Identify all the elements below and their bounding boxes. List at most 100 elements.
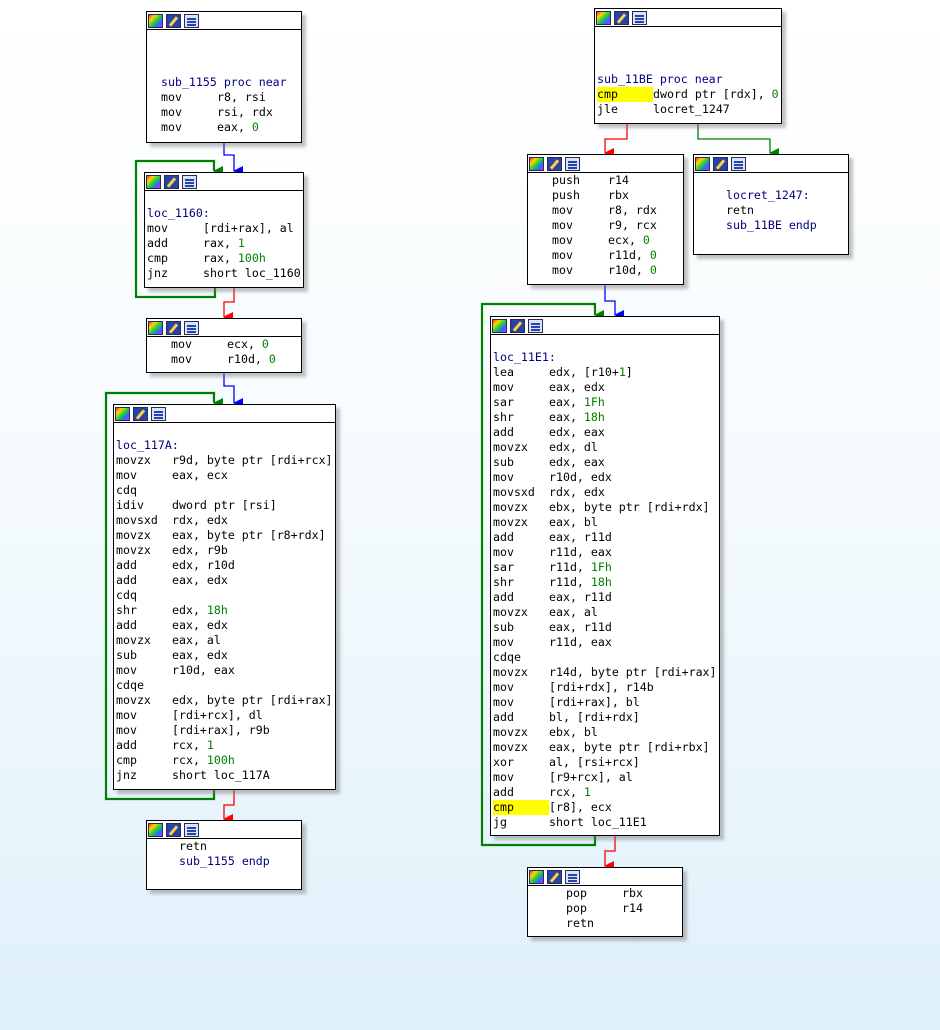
operands[interactable]: r11d, <box>608 248 650 263</box>
node-loc-117a[interactable]: loc_117A: movzx r9d, byte ptr [rdi+rcx] mov… <box>113 404 336 790</box>
code-line[interactable]: movzx eax, al <box>116 633 335 648</box>
mnemonic[interactable]: movzx <box>493 440 549 455</box>
immediate-value[interactable]: 1Fh <box>584 395 605 410</box>
code-label[interactable]: loc_117A: <box>116 438 179 453</box>
operands[interactable]: r11d, <box>549 575 591 590</box>
mnemonic[interactable]: movzx <box>116 528 172 543</box>
code-line[interactable]: jg short loc_11E1 <box>493 815 719 830</box>
immediate-value[interactable]: 0 <box>252 120 259 135</box>
operands[interactable]: eax, <box>549 395 584 410</box>
code-label[interactable]: loc_11E1: <box>493 350 556 365</box>
code-line[interactable]: mov r11d, eax <box>493 635 719 650</box>
mnemonic[interactable]: mov <box>552 248 608 263</box>
mnemonic[interactable]: mov <box>493 680 549 695</box>
mnemonic[interactable]: mov <box>161 90 217 105</box>
mnemonic[interactable]: idiv <box>116 498 172 513</box>
mnemonic[interactable]: retn <box>179 839 235 854</box>
code-line[interactable]: add eax, r11d <box>493 590 719 605</box>
code-line[interactable]: cdqe <box>493 650 719 665</box>
operands[interactable]: rcx, <box>172 738 207 753</box>
mnemonic[interactable]: mov <box>493 545 549 560</box>
graph-icon[interactable] <box>731 156 746 171</box>
operands[interactable]: al, [rsi+rcx] <box>549 755 640 770</box>
mnemonic[interactable]: retn <box>566 916 622 931</box>
operands[interactable]: eax, byte ptr [rdi+rbx] <box>549 740 710 755</box>
mnemonic[interactable]: movsxd <box>493 485 549 500</box>
mnemonic[interactable]: push <box>552 188 608 203</box>
color-palette-icon[interactable] <box>596 10 611 25</box>
immediate-value[interactable]: 1Fh <box>591 560 612 575</box>
mnemonic[interactable]: mov <box>171 352 227 367</box>
immediate-value[interactable]: 0 <box>772 87 779 102</box>
node-loc-11e1[interactable]: loc_11E1: lea edx, [r10+ 1] mov eax, edx sar ea… <box>490 316 720 836</box>
graph-icon[interactable] <box>184 13 199 28</box>
mnemonic[interactable]: add <box>116 558 172 573</box>
mnemonic[interactable]: cdq <box>116 588 172 603</box>
code-label[interactable]: loc_1160: <box>147 206 210 221</box>
code-line[interactable]: mov [r9+rcx], al <box>493 770 719 785</box>
operands[interactable]: eax, al <box>549 605 598 620</box>
code-line[interactable]: loc_11E1: <box>493 350 719 365</box>
mnemonic[interactable]: mov <box>147 221 203 236</box>
mnemonic[interactable]: cdqe <box>116 678 172 693</box>
operands[interactable]: r14 <box>622 901 643 916</box>
code-line[interactable]: mov eax, ecx <box>116 468 335 483</box>
mnemonic[interactable]: jnz <box>147 266 203 281</box>
code-line[interactable]: add eax, r11d <box>493 530 719 545</box>
code-line[interactable]: movzx eax, byte ptr [rdi+rbx] <box>493 740 719 755</box>
code-line[interactable]: sub eax, edx <box>116 648 335 663</box>
mnemonic[interactable]: add <box>493 590 549 605</box>
code-label[interactable]: sub_11BE endp <box>726 218 817 233</box>
operands[interactable]: dword ptr [rdx], <box>653 87 772 102</box>
operands[interactable]: rsi, rdx <box>217 105 273 120</box>
code-line[interactable]: mov r11d, eax <box>493 545 719 560</box>
operands[interactable]: [rdi+rdx], r14b <box>549 680 654 695</box>
node-sub-1155-entry[interactable]: sub_1155 proc near mov r8, rsi mov rsi, rdx m… <box>146 11 302 143</box>
mnemonic[interactable]: add <box>493 530 549 545</box>
immediate-value[interactable]: 0 <box>269 352 276 367</box>
mnemonic[interactable]: sub <box>493 455 549 470</box>
operands[interactable]: eax, ecx <box>172 468 228 483</box>
mnemonic[interactable]: mov <box>493 380 549 395</box>
code-label[interactable]: sub_11BE proc near <box>597 72 723 87</box>
code-line[interactable]: sub_1155 endp <box>179 854 301 869</box>
mnemonic[interactable]: add <box>147 236 203 251</box>
operands[interactable]: rdx, edx <box>549 485 605 500</box>
code-line[interactable]: pop rbx <box>566 886 682 901</box>
code-line[interactable]: add eax, edx <box>116 573 335 588</box>
code-line[interactable]: mov r10d, edx <box>493 470 719 485</box>
immediate-value[interactable]: 0 <box>650 263 657 278</box>
code-line[interactable]: retn <box>566 916 682 931</box>
code-line[interactable]: add rcx, 1 <box>116 738 335 753</box>
mnemonic[interactable]: mov <box>552 233 608 248</box>
color-palette-icon[interactable] <box>148 13 163 28</box>
mnemonic[interactable]: movzx <box>116 693 172 708</box>
operands[interactable]: r11d, eax <box>549 545 612 560</box>
graph-icon[interactable] <box>632 10 647 25</box>
mnemonic[interactable]: mov <box>171 337 227 352</box>
mnemonic[interactable]: cdqe <box>493 650 549 665</box>
operands[interactable]: edx, dl <box>549 440 598 455</box>
code-line[interactable]: movzx eax, byte ptr [r8+rdx] <box>116 528 335 543</box>
operands[interactable]: edx, r9b <box>172 543 228 558</box>
mnemonic[interactable]: mov <box>116 708 172 723</box>
code-line[interactable]: cdq <box>116 588 335 603</box>
code-line[interactable]: movzx eax, bl <box>493 515 719 530</box>
operands[interactable]: r9d, byte ptr [rdi+rcx] <box>172 453 333 468</box>
operands[interactable]: ecx, <box>608 233 643 248</box>
code-line[interactable]: add edx, r10d <box>116 558 335 573</box>
operands[interactable]: ecx, <box>227 337 262 352</box>
edit-icon[interactable] <box>713 156 728 171</box>
mnemonic[interactable]: add <box>116 738 172 753</box>
graph-icon[interactable] <box>565 156 580 171</box>
operands[interactable]: r10d, edx <box>549 470 612 485</box>
operands[interactable]: eax, <box>217 120 252 135</box>
code-line[interactable]: shr r11d, 18h <box>493 575 719 590</box>
code-line[interactable]: sar eax, 1Fh <box>493 395 719 410</box>
operands[interactable]: r10d, eax <box>172 663 235 678</box>
code-line[interactable]: locret_1247: <box>726 188 848 203</box>
code-line[interactable]: retn <box>179 839 301 854</box>
edit-icon[interactable] <box>510 318 525 333</box>
code-line[interactable]: add rcx, 1 <box>493 785 719 800</box>
immediate-value[interactable]: 100h <box>238 251 266 266</box>
